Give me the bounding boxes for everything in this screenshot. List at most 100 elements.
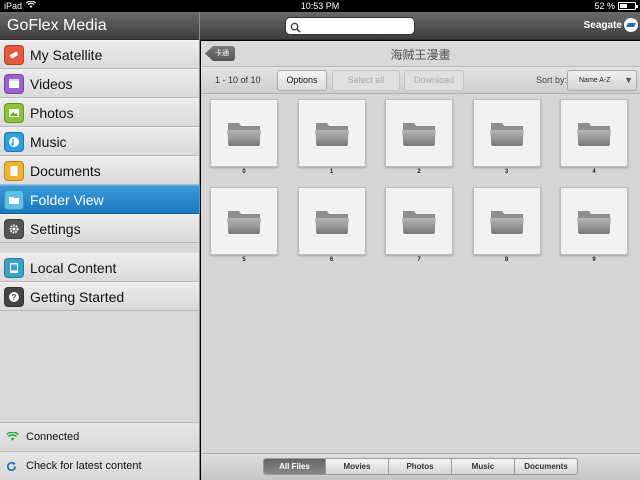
- logo-mark-icon: [624, 18, 638, 32]
- svg-text:?: ?: [12, 293, 17, 302]
- folder-label: 9: [592, 257, 596, 263]
- folder-label: 1: [329, 169, 334, 175]
- tab-bar: All Files Movies Photos Music Documents: [201, 453, 640, 480]
- folder-title-bar: 卡通 海贼王漫畫: [201, 41, 640, 66]
- folder-tile[interactable]: 2: [385, 99, 453, 175]
- folder-tile[interactable]: 7: [385, 187, 453, 263]
- menu-gap: [0, 243, 199, 253]
- folder-icon: [297, 187, 366, 255]
- dropdown-arrow-icon: ▼: [624, 75, 633, 85]
- logo-text: Seagate: [583, 19, 622, 31]
- sidebar-item-label: Photos: [30, 104, 74, 121]
- refresh-icon: [6, 461, 20, 472]
- sort-label: Sort by:: [536, 75, 568, 85]
- folder-tile[interactable]: 3: [472, 99, 541, 175]
- sidebar-item-label: Documents: [30, 162, 101, 179]
- folder-label: 8: [504, 257, 509, 263]
- sidebar-menu: My Satellite Videos Photos Music Documents Fo…: [0, 40, 199, 243]
- check-latest-label: Check for latest content: [26, 460, 142, 472]
- connection-status: Connected: [0, 422, 199, 451]
- sidebar-item-label: Music: [30, 133, 67, 150]
- top-bar: Seagate: [200, 12, 640, 40]
- folder-toolbar: 1 - 10 of 10 Options Select all Download…: [201, 66, 640, 94]
- music-icon: [4, 131, 24, 152]
- tab-movies[interactable]: Movies: [326, 458, 389, 475]
- sidebar-item-photos[interactable]: Photos: [0, 98, 199, 127]
- battery-icon: [618, 2, 638, 10]
- tab-documents[interactable]: Documents: [515, 458, 578, 475]
- sidebar-secondary-menu: Local Content? Getting Started: [0, 253, 199, 311]
- folder-title: 海贼王漫畫: [390, 48, 451, 62]
- item-count: 1 - 10 of 10: [215, 75, 261, 85]
- seagate-logo: Seagate: [584, 18, 638, 32]
- folder-label: 4: [592, 169, 596, 175]
- search-input[interactable]: [285, 17, 415, 35]
- sidebar-item-videos[interactable]: Videos: [0, 69, 199, 98]
- file-type-tabs: All Files Movies Photos Music Documents: [263, 458, 578, 475]
- folder-label: 2: [417, 169, 421, 175]
- sidebar-footer: Connected Check for latest content: [0, 422, 199, 480]
- folder-icon: [385, 99, 453, 167]
- folder-icon: [472, 99, 541, 167]
- select-all-button[interactable]: Select all: [332, 70, 400, 91]
- folder-icon: [472, 187, 541, 255]
- film-icon: [4, 73, 24, 94]
- tab-music[interactable]: Music: [452, 458, 515, 475]
- sidebar-item-label: My Satellite: [30, 46, 103, 63]
- satellite-icon: [4, 44, 24, 65]
- main-content: 卡通 海贼王漫畫 1 - 10 of 10 Options Select all…: [201, 41, 640, 480]
- document-icon: [4, 160, 24, 181]
- sidebar-item-label: Getting Started: [30, 288, 125, 305]
- sidebar: GoFlex Media My Satellite Videos Photos Mus…: [0, 12, 200, 480]
- wifi-icon: [6, 432, 20, 442]
- folder-tile[interactable]: 9: [560, 187, 628, 263]
- sort-value: Name A-Z: [579, 77, 611, 84]
- download-button[interactable]: Download: [404, 70, 464, 91]
- sidebar-item-label: Settings: [30, 220, 81, 237]
- folder-tile[interactable]: 5: [210, 187, 278, 263]
- gear-icon: [4, 218, 24, 239]
- sidebar-item-music[interactable]: Music: [0, 127, 199, 156]
- help-icon: ?: [4, 286, 24, 307]
- battery-percent: 52 %: [594, 1, 615, 11]
- photo-icon: [4, 102, 24, 123]
- status-bar: iPad 10:53 PM 52 %: [0, 0, 640, 12]
- folder-tile[interactable]: 4: [560, 99, 628, 175]
- folder-icon: [210, 187, 278, 255]
- device-icon: [4, 257, 24, 278]
- folder-label: 0: [242, 169, 246, 175]
- folder-icon: [297, 99, 366, 167]
- folder-label: 7: [417, 257, 421, 263]
- folder-icon: [560, 187, 628, 255]
- sidebar-item-folder-view[interactable]: Folder View: [0, 185, 199, 214]
- sidebar-item-settings[interactable]: Settings: [0, 214, 199, 243]
- folder-label: 6: [329, 257, 334, 263]
- folder-icon: [560, 99, 628, 167]
- tab-photos[interactable]: Photos: [389, 458, 452, 475]
- folder-tile[interactable]: 0: [210, 99, 278, 175]
- sidebar-item-local-content[interactable]: Local Content: [0, 253, 199, 282]
- sort-select[interactable]: Name A-Z ▼: [567, 70, 637, 91]
- connected-label: Connected: [26, 431, 80, 443]
- folder-tile[interactable]: 8: [472, 187, 541, 263]
- search-icon: [290, 20, 301, 38]
- sidebar-item-getting-started[interactable]: ? Getting Started: [0, 282, 199, 311]
- folder-label: 5: [242, 257, 246, 263]
- folder-icon: [210, 99, 278, 167]
- check-latest-button[interactable]: Check for latest content: [0, 451, 199, 480]
- folder-icon: [4, 189, 24, 210]
- sidebar-item-label: Local Content: [30, 259, 117, 276]
- tab-all-files[interactable]: All Files: [263, 458, 326, 475]
- folder-label: 3: [504, 169, 509, 175]
- sidebar-item-documents[interactable]: Documents: [0, 156, 199, 185]
- app-title: GoFlex Media: [0, 12, 199, 40]
- sidebar-item-label: Videos: [30, 75, 73, 92]
- folder-tile[interactable]: 1: [297, 99, 366, 175]
- clock: 10:53 PM: [300, 1, 340, 11]
- folder-tile[interactable]: 6: [297, 187, 366, 263]
- sidebar-item-label: Folder View: [30, 191, 104, 208]
- battery-fill: [620, 4, 628, 8]
- options-button[interactable]: Options: [277, 70, 327, 91]
- sidebar-item-my-satellite[interactable]: My Satellite: [0, 40, 199, 69]
- folder-icon: [385, 187, 453, 255]
